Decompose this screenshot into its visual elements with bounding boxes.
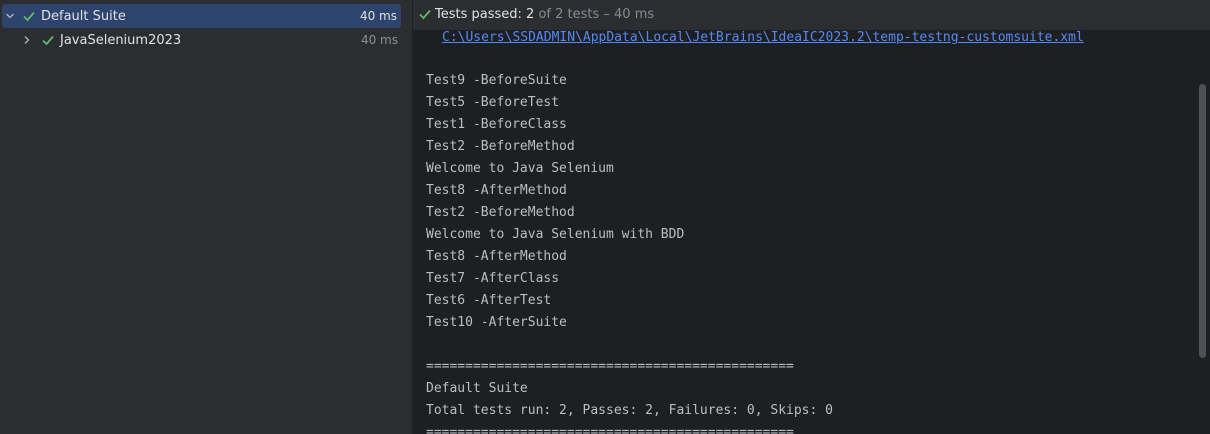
console-output[interactable]: C:\Users\SSDADMIN\AppData\Local\JetBrain… <box>413 30 1210 434</box>
tree-node-label: JavaSelenium2023 <box>60 32 182 48</box>
check-icon <box>42 35 54 46</box>
status-main: Tests passed: 2 <box>435 7 535 22</box>
status-detail: of 2 tests – 40 ms <box>534 7 655 22</box>
console-line: Test10 -AfterSuite <box>426 315 567 330</box>
console-line: Test1 -BeforeClass <box>426 117 567 132</box>
config-file-link[interactable]: C:\Users\SSDADMIN\AppData\Local\JetBrain… <box>442 27 1084 49</box>
console-line: Test8 -AfterMethod <box>426 249 567 264</box>
test-status-bar: Tests passed: 2 of 2 tests – 40 ms <box>413 0 1210 30</box>
console-line: Test7 -AfterClass <box>426 271 560 286</box>
console-separator-bottom: ========================================… <box>426 425 794 434</box>
console-line: Welcome to Java Selenium <box>426 161 614 176</box>
console-summary: Total tests run: 2, Passes: 2, Failures:… <box>426 403 833 418</box>
console-separator: ========================================… <box>426 359 794 374</box>
check-icon <box>419 9 431 20</box>
chevron-down-icon[interactable] <box>4 10 16 22</box>
chevron-right-icon[interactable] <box>21 34 33 46</box>
tree-node-javaselenium2023[interactable]: JavaSelenium2023 40 ms <box>0 28 412 52</box>
scrollbar-thumb[interactable] <box>1199 84 1206 358</box>
console-line: Welcome to Java Selenium with BDD <box>426 227 685 242</box>
console-line: Test9 -BeforeSuite <box>426 73 567 88</box>
console-panel: Tests passed: 2 of 2 tests – 40 ms C:\Us… <box>413 0 1210 434</box>
check-icon <box>23 11 35 22</box>
console-line: Test6 -AfterTest <box>426 293 552 308</box>
console-line: Test2 -BeforeMethod <box>426 205 575 220</box>
status-text: Tests passed: 2 of 2 tests – 40 ms <box>435 7 654 22</box>
tree-node-time: 40 ms <box>359 9 397 23</box>
console-line: Test8 -AfterMethod <box>426 183 567 198</box>
console-line: Test2 -BeforeMethod <box>426 139 575 154</box>
console-scrollbar[interactable] <box>1196 30 1210 434</box>
console-suite-name: Default Suite <box>426 381 528 396</box>
tree-node-label: Default Suite <box>41 8 126 24</box>
tree-node-default-suite[interactable]: Default Suite 40 ms <box>2 4 401 28</box>
test-tree-panel: Default Suite 40 ms JavaSelenium2023 40 … <box>0 0 412 434</box>
console-line: Test5 -BeforeTest <box>426 95 560 110</box>
tree-node-time: 40 ms <box>360 33 398 47</box>
